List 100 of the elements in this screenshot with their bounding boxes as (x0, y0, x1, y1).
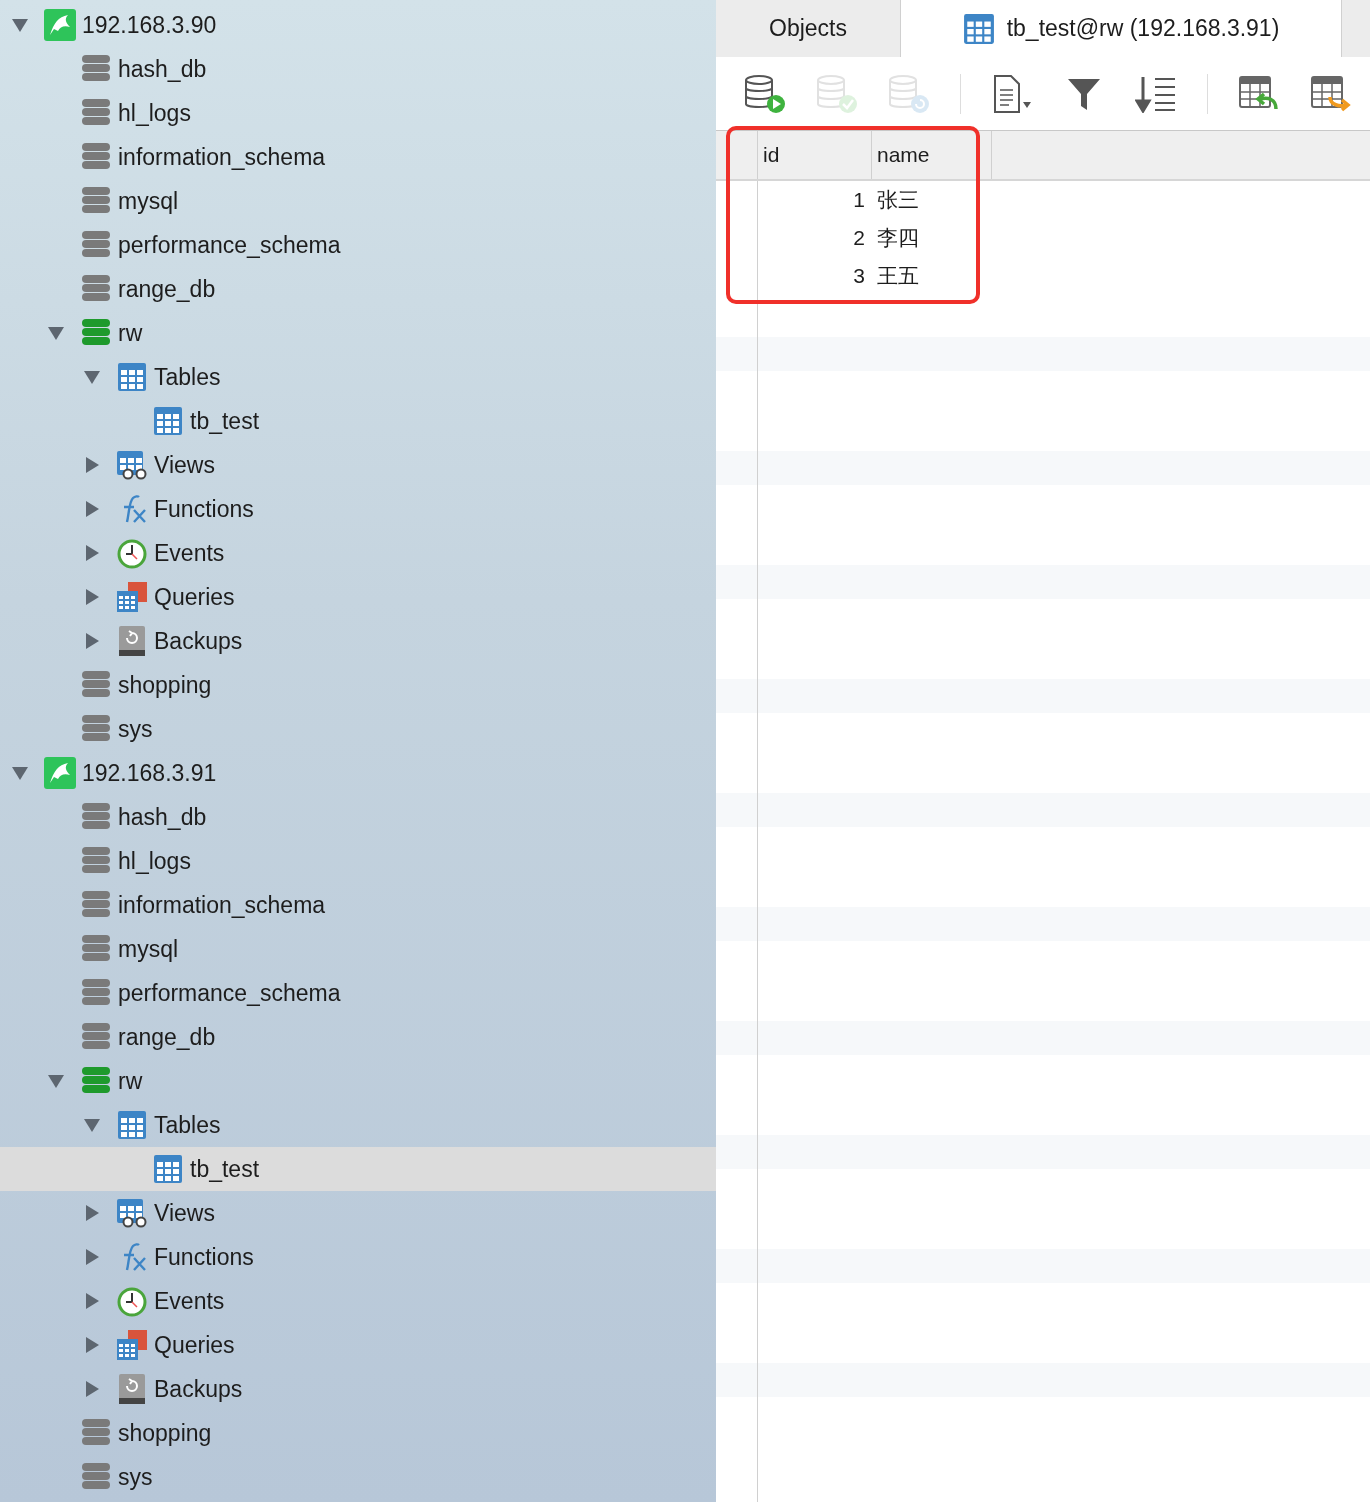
tree-item[interactable]: rw (0, 311, 716, 355)
table-cell-text: 李四 (876, 225, 920, 251)
tree-item[interactable]: Views (0, 1191, 716, 1235)
tree-label: sys (118, 1463, 153, 1491)
expanded-triangle-icon[interactable] (47, 1072, 65, 1090)
tree-item[interactable]: Functions (0, 487, 716, 531)
tree-label: Views (154, 451, 215, 479)
alarm-clock-icon (116, 537, 148, 569)
database-refresh-icon (888, 73, 930, 114)
tree-item[interactable]: sys (0, 1455, 716, 1499)
collapsed-triangle-icon[interactable] (83, 500, 101, 518)
collapsed-triangle-icon[interactable] (83, 1248, 101, 1266)
tree-item[interactable]: Tables (0, 355, 716, 399)
tree-item[interactable]: information_schema (0, 883, 716, 927)
tree-item[interactable]: performance_schema (0, 223, 716, 267)
tree-item[interactable]: shopping (0, 663, 716, 707)
tree-label: range_db (118, 275, 216, 303)
tree-item[interactable]: hl_logs (0, 839, 716, 883)
tree-label: shopping (118, 671, 212, 699)
table-cell-text: 张三 (876, 187, 920, 213)
table-cell-text: 2 (852, 225, 866, 251)
tree-label: sys (118, 715, 153, 743)
tree-item[interactable]: performance_schema (0, 971, 716, 1015)
table-cell-text: 1 (852, 187, 866, 213)
tree-item[interactable]: Backups (0, 619, 716, 663)
collapsed-triangle-icon[interactable] (83, 588, 101, 606)
table-icon (962, 12, 995, 45)
tree-label: rw (118, 1067, 143, 1095)
collapsed-triangle-icon[interactable] (83, 1336, 101, 1354)
tab-label: tb_test@rw (192.168.3.91) (1006, 15, 1280, 42)
tree-label: Views (154, 1199, 215, 1227)
tree-item[interactable]: Events (0, 1279, 716, 1323)
tree-item[interactable]: shopping (0, 1411, 716, 1455)
tree-label: hash_db (118, 55, 207, 83)
tree-label: tb_test (190, 1155, 260, 1183)
collapsed-triangle-icon[interactable] (83, 544, 101, 562)
database-check-icon (816, 73, 858, 114)
tree-label: mysql (118, 935, 179, 963)
collapsed-triangle-icon[interactable] (83, 1204, 101, 1222)
tree-label: information_schema (118, 891, 326, 919)
table-icon (153, 1154, 183, 1184)
tree-item[interactable]: sys (0, 707, 716, 751)
tab[interactable]: tb_test@rw (192.168.3.91) (901, 0, 1342, 57)
tree-label: hl_logs (118, 99, 191, 127)
expanded-triangle-icon[interactable] (47, 324, 65, 342)
collapsed-triangle-icon[interactable] (83, 1292, 101, 1310)
tree-item[interactable]: mysql (0, 927, 716, 971)
tree-item[interactable]: range_db (0, 1015, 716, 1059)
table-export-icon (1310, 74, 1352, 113)
expanded-triangle-icon[interactable] (83, 1116, 101, 1134)
table-cell-text: 3 (852, 263, 866, 289)
tree-item[interactable]: Functions (0, 1235, 716, 1279)
expanded-triangle-icon[interactable] (83, 368, 101, 386)
collapsed-triangle-icon[interactable] (83, 632, 101, 650)
table-glasses-icon (116, 450, 148, 480)
tab-label: Objects (769, 15, 847, 42)
column-header[interactable]: name (872, 131, 992, 179)
tree-label: mysql (118, 187, 179, 215)
expanded-triangle-icon[interactable] (11, 764, 29, 782)
sort-icon (1135, 74, 1177, 113)
tree-label: hash_db (118, 803, 207, 831)
toolbar-button[interactable] (991, 72, 1033, 115)
tree-item[interactable]: Queries (0, 575, 716, 619)
tree-label: Events (154, 539, 225, 567)
tree-label: Backups (154, 1375, 243, 1403)
tree-item[interactable]: Backups (0, 1367, 716, 1411)
tree-item[interactable]: information_schema (0, 135, 716, 179)
toolbar-button[interactable] (744, 72, 786, 115)
tree-item[interactable]: Queries (0, 1323, 716, 1367)
tree-item[interactable]: Views (0, 443, 716, 487)
tree-item[interactable]: 192.168.3.90 (0, 3, 716, 47)
collapsed-triangle-icon[interactable] (83, 456, 101, 474)
document-dropdown-icon (991, 73, 1033, 114)
tree-label: Functions (154, 1243, 254, 1271)
column-header[interactable]: id (758, 131, 872, 179)
tree-label: Tables (154, 1111, 221, 1139)
tree-item[interactable]: Events (0, 531, 716, 575)
tree-item[interactable]: hash_db (0, 47, 716, 91)
collapsed-triangle-icon[interactable] (83, 1380, 101, 1398)
tree-item[interactable]: range_db (0, 267, 716, 311)
table-icon (117, 362, 147, 392)
tree-item[interactable]: hash_db (0, 795, 716, 839)
tree-item[interactable]: Tables (0, 1103, 716, 1147)
backup-drive-icon (118, 1373, 146, 1405)
tree-item[interactable]: rw (0, 1059, 716, 1103)
tree-item[interactable]: mysql (0, 179, 716, 223)
tree-item[interactable]: tb_test (0, 1147, 716, 1191)
tree-label: performance_schema (118, 979, 341, 1007)
tree-item[interactable]: hl_logs (0, 91, 716, 135)
tree-item[interactable]: tb_test (0, 399, 716, 443)
expanded-triangle-icon[interactable] (11, 16, 29, 34)
tree-label: range_db (118, 1023, 216, 1051)
tree-item[interactable]: 192.168.3.91 (0, 751, 716, 795)
table-cell-text: 王五 (876, 263, 920, 289)
tree-label: information_schema (118, 143, 326, 171)
tree-label: Events (154, 1287, 225, 1315)
tree-label: Backups (154, 627, 243, 655)
tree-label: tb_test (190, 407, 260, 435)
tree-label: 192.168.3.90 (82, 11, 217, 39)
tree-label: performance_schema (118, 231, 341, 259)
